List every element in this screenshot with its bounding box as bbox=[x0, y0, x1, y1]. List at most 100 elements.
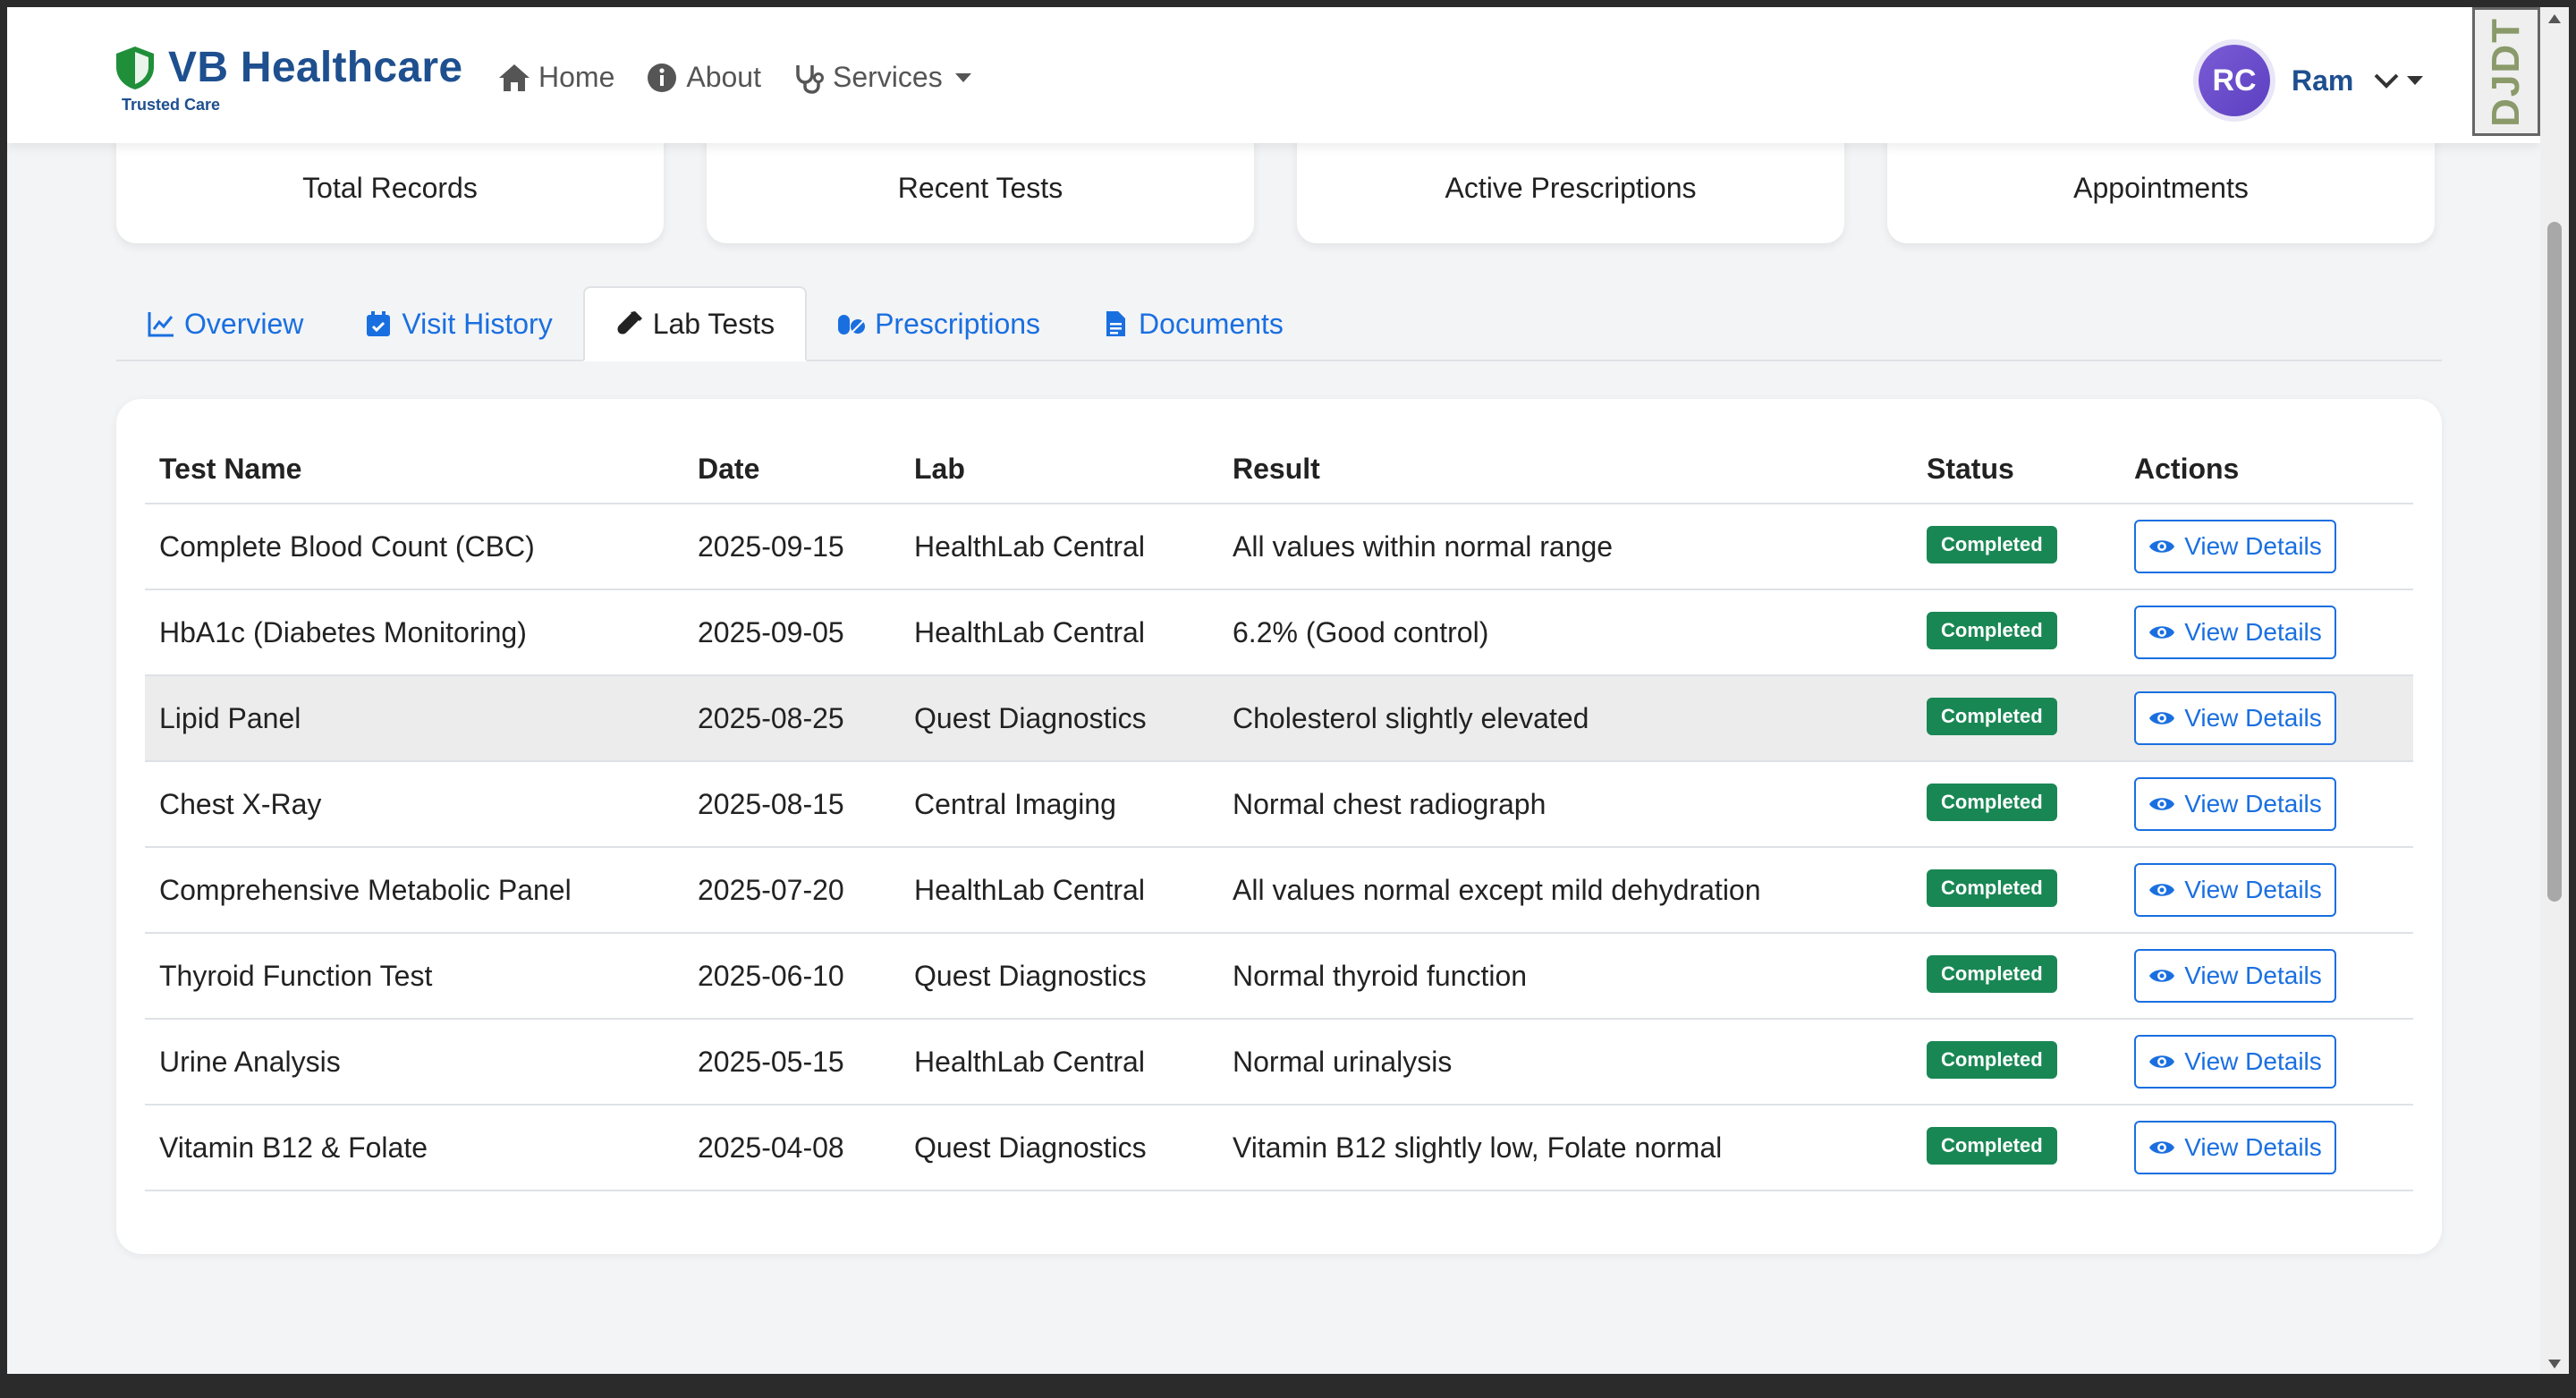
view-details-button[interactable]: View Details bbox=[2134, 1035, 2336, 1089]
tab-overview[interactable]: Overview bbox=[116, 286, 334, 361]
cell-test-name: Comprehensive Metabolic Panel bbox=[159, 873, 572, 906]
cell-test-name: Lipid Panel bbox=[159, 701, 301, 734]
nav-home[interactable]: Home bbox=[497, 61, 614, 94]
cell-test-name: Vitamin B12 & Folate bbox=[159, 1131, 428, 1164]
cell-result: Cholesterol slightly elevated bbox=[1233, 701, 1589, 734]
brand-tagline: Trusted Care bbox=[122, 96, 221, 114]
cell-lab: Quest Diagnostics bbox=[914, 701, 1147, 734]
vial-icon bbox=[617, 311, 642, 335]
view-details-button[interactable]: View Details bbox=[2134, 691, 2336, 745]
view-details-button[interactable]: View Details bbox=[2134, 777, 2336, 831]
cell-date: 2025-09-05 bbox=[698, 615, 844, 648]
status-badge: Completed bbox=[1927, 1127, 2057, 1165]
cell-lab: HealthLab Central bbox=[914, 1045, 1145, 1078]
chevron-down-icon bbox=[2374, 73, 2399, 89]
pills-icon bbox=[838, 315, 866, 335]
cell-test-name: Thyroid Function Test bbox=[159, 959, 433, 992]
tab-prescriptions[interactable]: Prescriptions bbox=[807, 286, 1071, 361]
cell-result: Vitamin B12 slightly low, Folate normal bbox=[1233, 1131, 1723, 1164]
tab-label: Documents bbox=[1139, 307, 1284, 340]
user-name: Ram bbox=[2292, 64, 2354, 97]
nav-about[interactable]: About bbox=[645, 61, 761, 94]
cell-lab: Quest Diagnostics bbox=[914, 959, 1147, 992]
top-navbar: VB Healthcare Trusted Care Home About Se… bbox=[7, 7, 2540, 143]
status-badge: Completed bbox=[1927, 955, 2057, 993]
nav-home-label: Home bbox=[538, 61, 615, 93]
nav-services-dropdown[interactable]: Services bbox=[792, 61, 971, 94]
table-row: Urine Analysis 2025-05-15 HealthLab Cent… bbox=[145, 1020, 2413, 1106]
avatar: RC bbox=[2199, 45, 2270, 116]
status-badge: Completed bbox=[1927, 1041, 2057, 1079]
cell-lab: HealthLab Central bbox=[914, 615, 1145, 648]
tab-documents[interactable]: Documents bbox=[1071, 286, 1314, 361]
scroll-up-arrow-icon[interactable] bbox=[2548, 14, 2561, 23]
caret-down-icon bbox=[2407, 76, 2424, 85]
view-details-label: View Details bbox=[2184, 618, 2322, 646]
cell-result: All values within normal range bbox=[1233, 530, 1614, 563]
cell-lab: Quest Diagnostics bbox=[914, 1131, 1147, 1164]
tab-lab-tests[interactable]: Lab Tests bbox=[582, 286, 808, 361]
table-row: Vitamin B12 & Folate 2025-04-08 Quest Di… bbox=[145, 1106, 2413, 1191]
view-details-label: View Details bbox=[2184, 962, 2322, 989]
header-test-name: Test Name bbox=[159, 452, 302, 485]
vertical-scrollbar[interactable] bbox=[2540, 7, 2569, 1374]
cell-lab: Central Imaging bbox=[914, 787, 1116, 820]
view-details-button[interactable]: View Details bbox=[2134, 1121, 2336, 1174]
tab-label: Lab Tests bbox=[652, 307, 775, 340]
nav-services-label: Services bbox=[832, 61, 943, 93]
view-details-button[interactable]: View Details bbox=[2134, 863, 2336, 917]
caret-down-icon bbox=[954, 72, 971, 82]
stat-label: Active Prescriptions bbox=[1445, 171, 1697, 204]
tab-label: Prescriptions bbox=[875, 307, 1041, 340]
cell-date: 2025-05-15 bbox=[698, 1045, 844, 1078]
main-nav: Home About Services bbox=[497, 61, 1002, 94]
view-details-label: View Details bbox=[2184, 704, 2322, 732]
header-actions: Actions bbox=[2134, 452, 2240, 485]
scroll-down-arrow-icon[interactable] bbox=[2548, 1360, 2561, 1368]
status-badge: Completed bbox=[1927, 869, 2057, 907]
tab-visit-history[interactable]: Visit History bbox=[334, 286, 582, 361]
eye-icon bbox=[2149, 712, 2175, 724]
calendar-icon bbox=[367, 311, 391, 336]
view-details-label: View Details bbox=[2184, 876, 2322, 903]
eye-icon bbox=[2149, 884, 2175, 896]
debug-toolbar-label: DJDT bbox=[2484, 16, 2528, 127]
cell-date: 2025-07-20 bbox=[698, 873, 844, 906]
stat-label: Recent Tests bbox=[897, 171, 1063, 204]
view-details-button[interactable]: View Details bbox=[2134, 949, 2336, 1003]
stat-card-active-prescriptions: Active Prescriptions bbox=[1297, 132, 1844, 243]
brand-name: VB Healthcare bbox=[168, 44, 463, 91]
eye-icon bbox=[2149, 970, 2175, 982]
view-details-button[interactable]: View Details bbox=[2134, 520, 2336, 573]
tab-label: Overview bbox=[184, 307, 304, 340]
table-row: Chest X-Ray 2025-08-15 Central Imaging N… bbox=[145, 762, 2413, 848]
table-header: Test Name Date Lab Result Status Actions bbox=[145, 435, 2413, 504]
status-badge: Completed bbox=[1927, 698, 2057, 735]
file-icon bbox=[1106, 311, 1126, 336]
header-date: Date bbox=[698, 452, 760, 485]
header-lab: Lab bbox=[914, 452, 965, 485]
shield-check-icon bbox=[116, 46, 154, 89]
view-details-label: View Details bbox=[2184, 1047, 2322, 1075]
cell-date: 2025-08-25 bbox=[698, 701, 844, 734]
cell-test-name: Urine Analysis bbox=[159, 1045, 341, 1078]
eye-icon bbox=[2149, 626, 2175, 639]
cell-result: Normal chest radiograph bbox=[1233, 787, 1546, 820]
brand-logo[interactable]: VB Healthcare Trusted Care bbox=[114, 43, 462, 114]
eye-icon bbox=[2149, 1055, 2175, 1068]
debug-toolbar-toggle[interactable]: DJDT bbox=[2472, 7, 2540, 136]
stethoscope-icon bbox=[796, 64, 824, 94]
view-details-button[interactable]: View Details bbox=[2134, 606, 2336, 659]
view-details-label: View Details bbox=[2184, 790, 2322, 818]
cell-result: 6.2% (Good control) bbox=[1233, 615, 1489, 648]
cell-result: All values normal except mild dehydratio… bbox=[1233, 873, 1761, 906]
cell-result: Normal thyroid function bbox=[1233, 959, 1528, 992]
stat-label: Appointments bbox=[2073, 171, 2249, 204]
scroll-thumb[interactable] bbox=[2547, 222, 2562, 902]
cell-test-name: HbA1c (Diabetes Monitoring) bbox=[159, 615, 527, 648]
table-row: Thyroid Function Test 2025-06-10 Quest D… bbox=[145, 934, 2413, 1020]
cell-test-name: Complete Blood Count (CBC) bbox=[159, 530, 535, 563]
info-circle-icon bbox=[648, 63, 677, 92]
header-status: Status bbox=[1927, 452, 2014, 485]
user-menu[interactable]: RC Ram bbox=[2199, 45, 2424, 116]
